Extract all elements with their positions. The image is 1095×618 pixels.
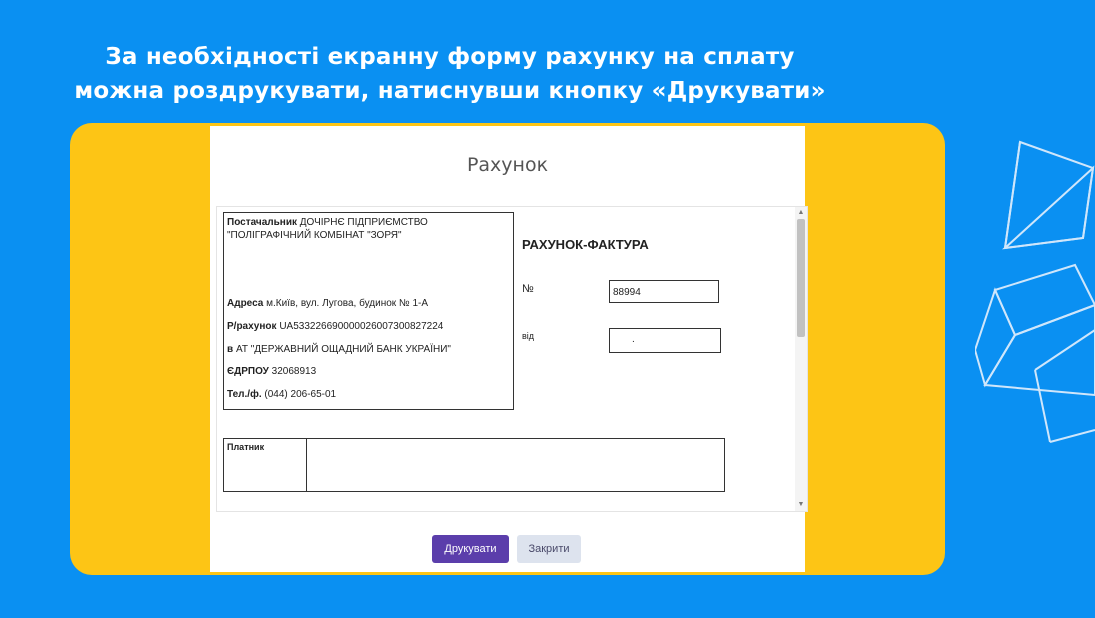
payer-label: Платник — [224, 439, 307, 491]
bank-label: в — [227, 344, 234, 355]
invoice-date-field: . — [609, 328, 721, 353]
phone-value: (044) 206-65-01 — [264, 389, 337, 400]
invoice-title: РАХУНОК-ФАКТУРА — [522, 237, 649, 252]
supplier-line: Постачальник ДОЧІРНЄ ПІДПРИЄМСТВО "ПОЛІГ… — [227, 216, 507, 242]
supplier-label: Постачальник — [227, 217, 297, 228]
account-line: Р/рахунок UA533226690000026007300827224 — [227, 320, 507, 333]
scroll-down-arrow-icon[interactable]: ▼ — [795, 499, 807, 511]
address-value: м.Київ, вул. Лугова, будинок № 1-А — [266, 298, 429, 309]
address-line: Адреса м.Київ, вул. Лугова, будинок № 1-… — [227, 297, 507, 310]
invoice-dialog: Рахунок Постачальник ДОЧІРНЄ ПІДПРИЄМСТВ… — [210, 126, 808, 572]
address-label: Адреса — [227, 298, 264, 309]
supplier-block: Постачальник ДОЧІРНЄ ПІДПРИЄМСТВО "ПОЛІГ… — [223, 212, 514, 410]
bank-line: в АТ "ДЕРЖАВНИЙ ОЩАДНИЙ БАНК УКРАЇНИ" — [227, 343, 507, 356]
vertical-scrollbar[interactable]: ▲ ▼ — [795, 207, 807, 511]
phone-label: Тел./ф. — [227, 389, 262, 400]
edrpou-label: ЄДРПОУ — [227, 366, 269, 377]
dialog-title: Рахунок — [466, 154, 549, 176]
invoice-number-label: № — [522, 283, 534, 295]
account-label: Р/рахунок — [227, 321, 277, 332]
close-button[interactable]: Закрити — [517, 535, 581, 563]
scrollbar-thumb[interactable] — [797, 219, 805, 337]
invoice-date-label: від — [522, 331, 535, 341]
print-button[interactable]: Друкувати — [432, 535, 509, 563]
slide-heading-line1: За необхідності екранну форму рахунку на… — [105, 44, 795, 70]
invoice-number-field: 88994 — [609, 280, 719, 303]
phone-line: Тел./ф. (044) 206-65-01 — [227, 388, 507, 401]
slide-heading: За необхідності екранну форму рахунку на… — [30, 40, 870, 108]
payer-block: Платник — [223, 438, 725, 492]
bank-value: АТ "ДЕРЖАВНИЙ ОЩАДНИЙ БАНК УКРАЇНИ" — [235, 344, 451, 355]
slide-heading-line2: можна роздрукувати, натиснувши кнопку «Д… — [74, 78, 826, 104]
scroll-up-arrow-icon[interactable]: ▲ — [795, 207, 807, 219]
cube-outline-decoration — [975, 140, 1095, 443]
account-value: UA533226690000026007300827224 — [279, 321, 444, 332]
edrpou-line: ЄДРПОУ 32068913 — [227, 365, 507, 378]
edrpou-value: 32068913 — [271, 366, 317, 377]
invoice-preview-frame[interactable]: Постачальник ДОЧІРНЄ ПІДПРИЄМСТВО "ПОЛІГ… — [216, 206, 808, 512]
